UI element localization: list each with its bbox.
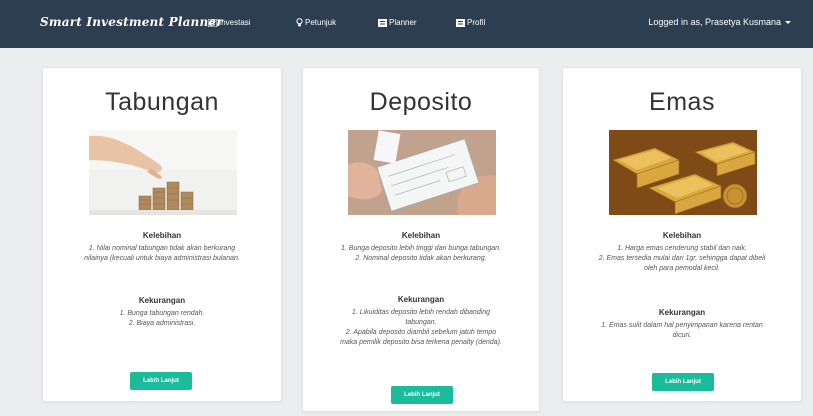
kelebihan-line: 2. Nominal deposito tidak akan berkurang…: [355, 255, 487, 262]
kekurangan-line: 1. Bunga tabungan rendah.: [119, 310, 205, 317]
kelebihan-line: 2. Emas tersedia mulai dari 1gr, sehingg…: [598, 255, 766, 262]
kelebihan-line: 1. Harga emas cenderung stabil dan naik.: [617, 245, 747, 252]
coin-stack-hand-image: [89, 130, 237, 215]
kekurangan-section: Kekurangan 1. Emas sulit dalam hal penyi…: [569, 308, 795, 341]
nav-petunjuk-label: Petunjuk: [305, 18, 337, 27]
user-menu-dropdown[interactable]: Logged in as, Prasetya Kusmana: [648, 17, 791, 27]
kekurangan-line: tabungan.: [405, 319, 437, 326]
nav-planner[interactable]: Planner: [378, 18, 417, 27]
card-emas: Emas Kelebihan 1. Harga emas cenderung s…: [562, 67, 802, 402]
lebih-lanjut-button[interactable]: Lebih Lanjut: [652, 373, 714, 391]
gold-bars-image: [609, 130, 757, 215]
nav-petunjuk[interactable]: Petunjuk: [296, 18, 336, 27]
lebih-lanjut-button[interactable]: Lebih Lanjut: [391, 386, 453, 404]
gold-image: [609, 130, 757, 215]
user-menu-label: Logged in as, Prasetya Kusmana: [648, 17, 781, 27]
nav-profil-label: Profil: [467, 18, 486, 27]
lightbulb-icon: [296, 18, 303, 27]
kekurangan-section: Kekurangan 1. Bunga tabungan rendah. 2. …: [49, 296, 275, 329]
deposit-image: [348, 130, 496, 215]
card-tabungan: Tabungan Kelebihan 1. Nilai nominal tabu…: [42, 67, 282, 402]
kelebihan-section: Kelebihan 1. Harga emas cenderung stabil…: [569, 231, 795, 274]
kekurangan-line: maka pemilik deposito bisa terkena penal…: [340, 339, 502, 346]
kelebihan-line: oleh para pemodal kecil.: [644, 265, 720, 272]
kekurangan-heading: Kekurangan: [138, 296, 186, 305]
caret-down-icon: [785, 20, 791, 24]
cheque-hands-image: [348, 130, 496, 215]
kekurangan-line: 1. Likuiditas deposito lebih rendah diba…: [351, 309, 491, 316]
kekurangan-line: 1. Emas sulit dalam hal penyimpanan kare…: [601, 322, 763, 329]
savings-image: [89, 130, 237, 215]
list-icon: [456, 18, 465, 27]
card-deposito: Deposito Kelebihan 1. Bunga deposito leb…: [302, 67, 540, 412]
kelebihan-section: Kelebihan 1. Nilai nominal tabungan tida…: [49, 231, 275, 264]
kelebihan-line: nilainya (kecuali untuk biaya administra…: [84, 255, 240, 262]
nav-investasi[interactable]: Investasi: [208, 18, 251, 27]
list-icon: [378, 18, 387, 27]
kelebihan-heading: Kelebihan: [401, 231, 441, 240]
kekurangan-heading: Kekurangan: [658, 308, 706, 317]
card-title: Deposito: [369, 88, 473, 116]
card-title: Emas: [649, 88, 715, 116]
kekurangan-line: dicuri.: [672, 332, 692, 339]
nav-profil[interactable]: Profil: [456, 18, 485, 27]
card-title: Tabungan: [105, 88, 219, 116]
kekurangan-line: 2. Biaya administrasi.: [128, 320, 196, 327]
kelebihan-line: 1. Bunga deposito lebih tinggi dari bung…: [341, 245, 501, 252]
kelebihan-line: 1. Nilai nominal tabungan tidak akan ber…: [88, 245, 236, 252]
nav-planner-label: Planner: [389, 18, 417, 27]
list-icon: [208, 18, 217, 27]
kekurangan-line: 2. Apabila deposito diambil sebelum jatu…: [345, 329, 497, 336]
top-navbar: Smart Investment Planner Investasi Petun…: [0, 0, 813, 48]
kekurangan-section: Kekurangan 1. Likuiditas deposito lebih …: [309, 295, 533, 348]
kelebihan-heading: Kelebihan: [662, 231, 702, 240]
kekurangan-heading: Kekurangan: [397, 295, 445, 304]
nav-investasi-label: Investasi: [219, 18, 251, 27]
brand-logo[interactable]: Smart Investment Planner: [40, 15, 223, 29]
kelebihan-section: Kelebihan 1. Bunga deposito lebih tinggi…: [309, 231, 533, 264]
lebih-lanjut-button[interactable]: Lebih Lanjut: [130, 372, 192, 390]
kelebihan-heading: Kelebihan: [142, 231, 182, 240]
